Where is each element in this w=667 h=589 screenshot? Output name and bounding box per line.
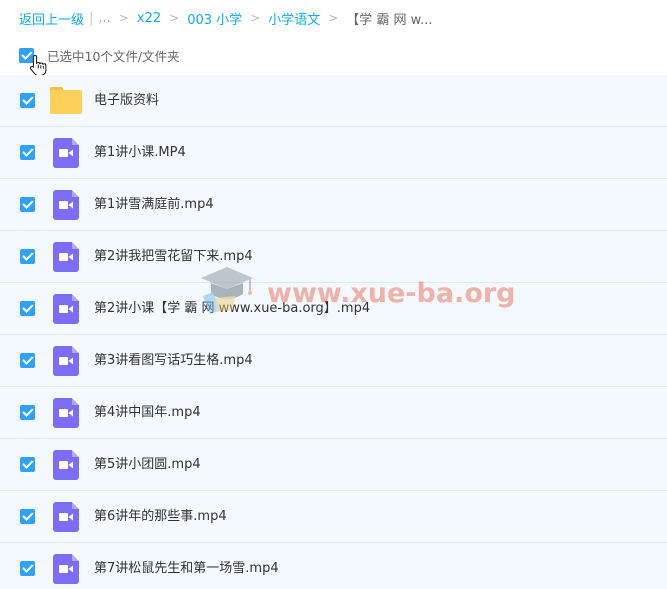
file-name[interactable]: 第1讲雪满庭前.mp4 — [94, 196, 214, 214]
row-checkbox[interactable] — [20, 456, 35, 472]
row-checkbox[interactable] — [20, 560, 35, 576]
breadcrumb-item-x22[interactable]: x22 — [137, 11, 161, 26]
file-row[interactable]: 第4讲中国年.mp4 — [0, 387, 667, 439]
chevron-right-icon: > — [118, 11, 129, 25]
file-name[interactable]: 电子版资料 — [94, 92, 159, 110]
chevron-right-icon: > — [169, 11, 180, 25]
video-file-icon — [53, 553, 79, 584]
video-file-icon — [53, 293, 79, 324]
chevron-right-icon: > — [328, 11, 339, 25]
back-link[interactable]: 返回上一级 — [19, 9, 84, 28]
video-file-icon — [53, 137, 79, 168]
video-file-icon — [53, 345, 79, 376]
breadcrumb-item-003[interactable]: 003 小学 — [187, 9, 242, 28]
file-name[interactable]: 第4讲中国年.mp4 — [94, 404, 201, 422]
breadcrumb-ellipsis[interactable]: ... — [98, 11, 110, 26]
breadcrumb-divider: | — [89, 10, 94, 26]
file-row[interactable]: 第7讲松鼠先生和第一场雪.mp4 — [0, 543, 667, 589]
row-checkbox[interactable] — [20, 248, 35, 264]
file-row[interactable]: 第2讲我把雪花留下来.mp4 — [0, 231, 667, 283]
row-checkbox[interactable] — [20, 196, 35, 212]
file-name[interactable]: 第7讲松鼠先生和第一场雪.mp4 — [94, 560, 279, 578]
file-row[interactable]: 第6讲年的那些事.mp4 — [0, 491, 667, 543]
breadcrumb: 返回上一级 | ... > x22 > 003 小学 > 小学语文 > 【学 霸… — [19, 9, 433, 28]
file-list: 电子版资料第1讲小课.MP4 第1讲雪满庭前.mp4 第2讲我把雪花留下来.mp4 第… — [0, 75, 667, 589]
file-name[interactable]: 第5讲小团圆.mp4 — [94, 456, 201, 474]
row-checkbox[interactable] — [20, 404, 35, 420]
folder-icon — [50, 86, 82, 115]
video-file-icon — [53, 189, 79, 220]
file-row[interactable]: 电子版资料 — [0, 75, 667, 127]
breadcrumb-item-chinese[interactable]: 小学语文 — [268, 9, 320, 28]
row-checkbox[interactable] — [20, 300, 35, 316]
row-checkbox[interactable] — [20, 92, 35, 108]
file-name[interactable]: 第6讲年的那些事.mp4 — [94, 508, 227, 526]
video-file-icon — [53, 449, 79, 480]
chevron-right-icon: > — [250, 11, 261, 25]
file-row[interactable]: 第3讲看图写话巧生格.mp4 — [0, 335, 667, 387]
file-name[interactable]: 第2讲我把雪花留下来.mp4 — [94, 248, 253, 266]
video-file-icon — [53, 501, 79, 532]
file-name[interactable]: 第2讲小课【学 霸 网 www.xue-ba.org】.mp4 — [94, 300, 370, 318]
file-row[interactable]: 第2讲小课【学 霸 网 www.xue-ba.org】.mp4 — [0, 283, 667, 335]
breadcrumb-current: 【学 霸 网 w... — [346, 12, 433, 28]
video-file-icon — [53, 241, 79, 272]
file-name[interactable]: 第3讲看图写话巧生格.mp4 — [94, 352, 253, 370]
file-row[interactable]: 第1讲小课.MP4 — [0, 127, 667, 179]
video-file-icon — [53, 397, 79, 428]
file-name[interactable]: 第1讲小课.MP4 — [94, 144, 186, 162]
row-checkbox[interactable] — [20, 508, 35, 524]
row-checkbox[interactable] — [20, 352, 35, 368]
file-row[interactable]: 第5讲小团圆.mp4 — [0, 439, 667, 491]
row-checkbox[interactable] — [20, 144, 35, 160]
selection-count: 已选中10个文件/文件夹 — [47, 48, 180, 64]
file-row[interactable]: 第1讲雪满庭前.mp4 — [0, 179, 667, 231]
